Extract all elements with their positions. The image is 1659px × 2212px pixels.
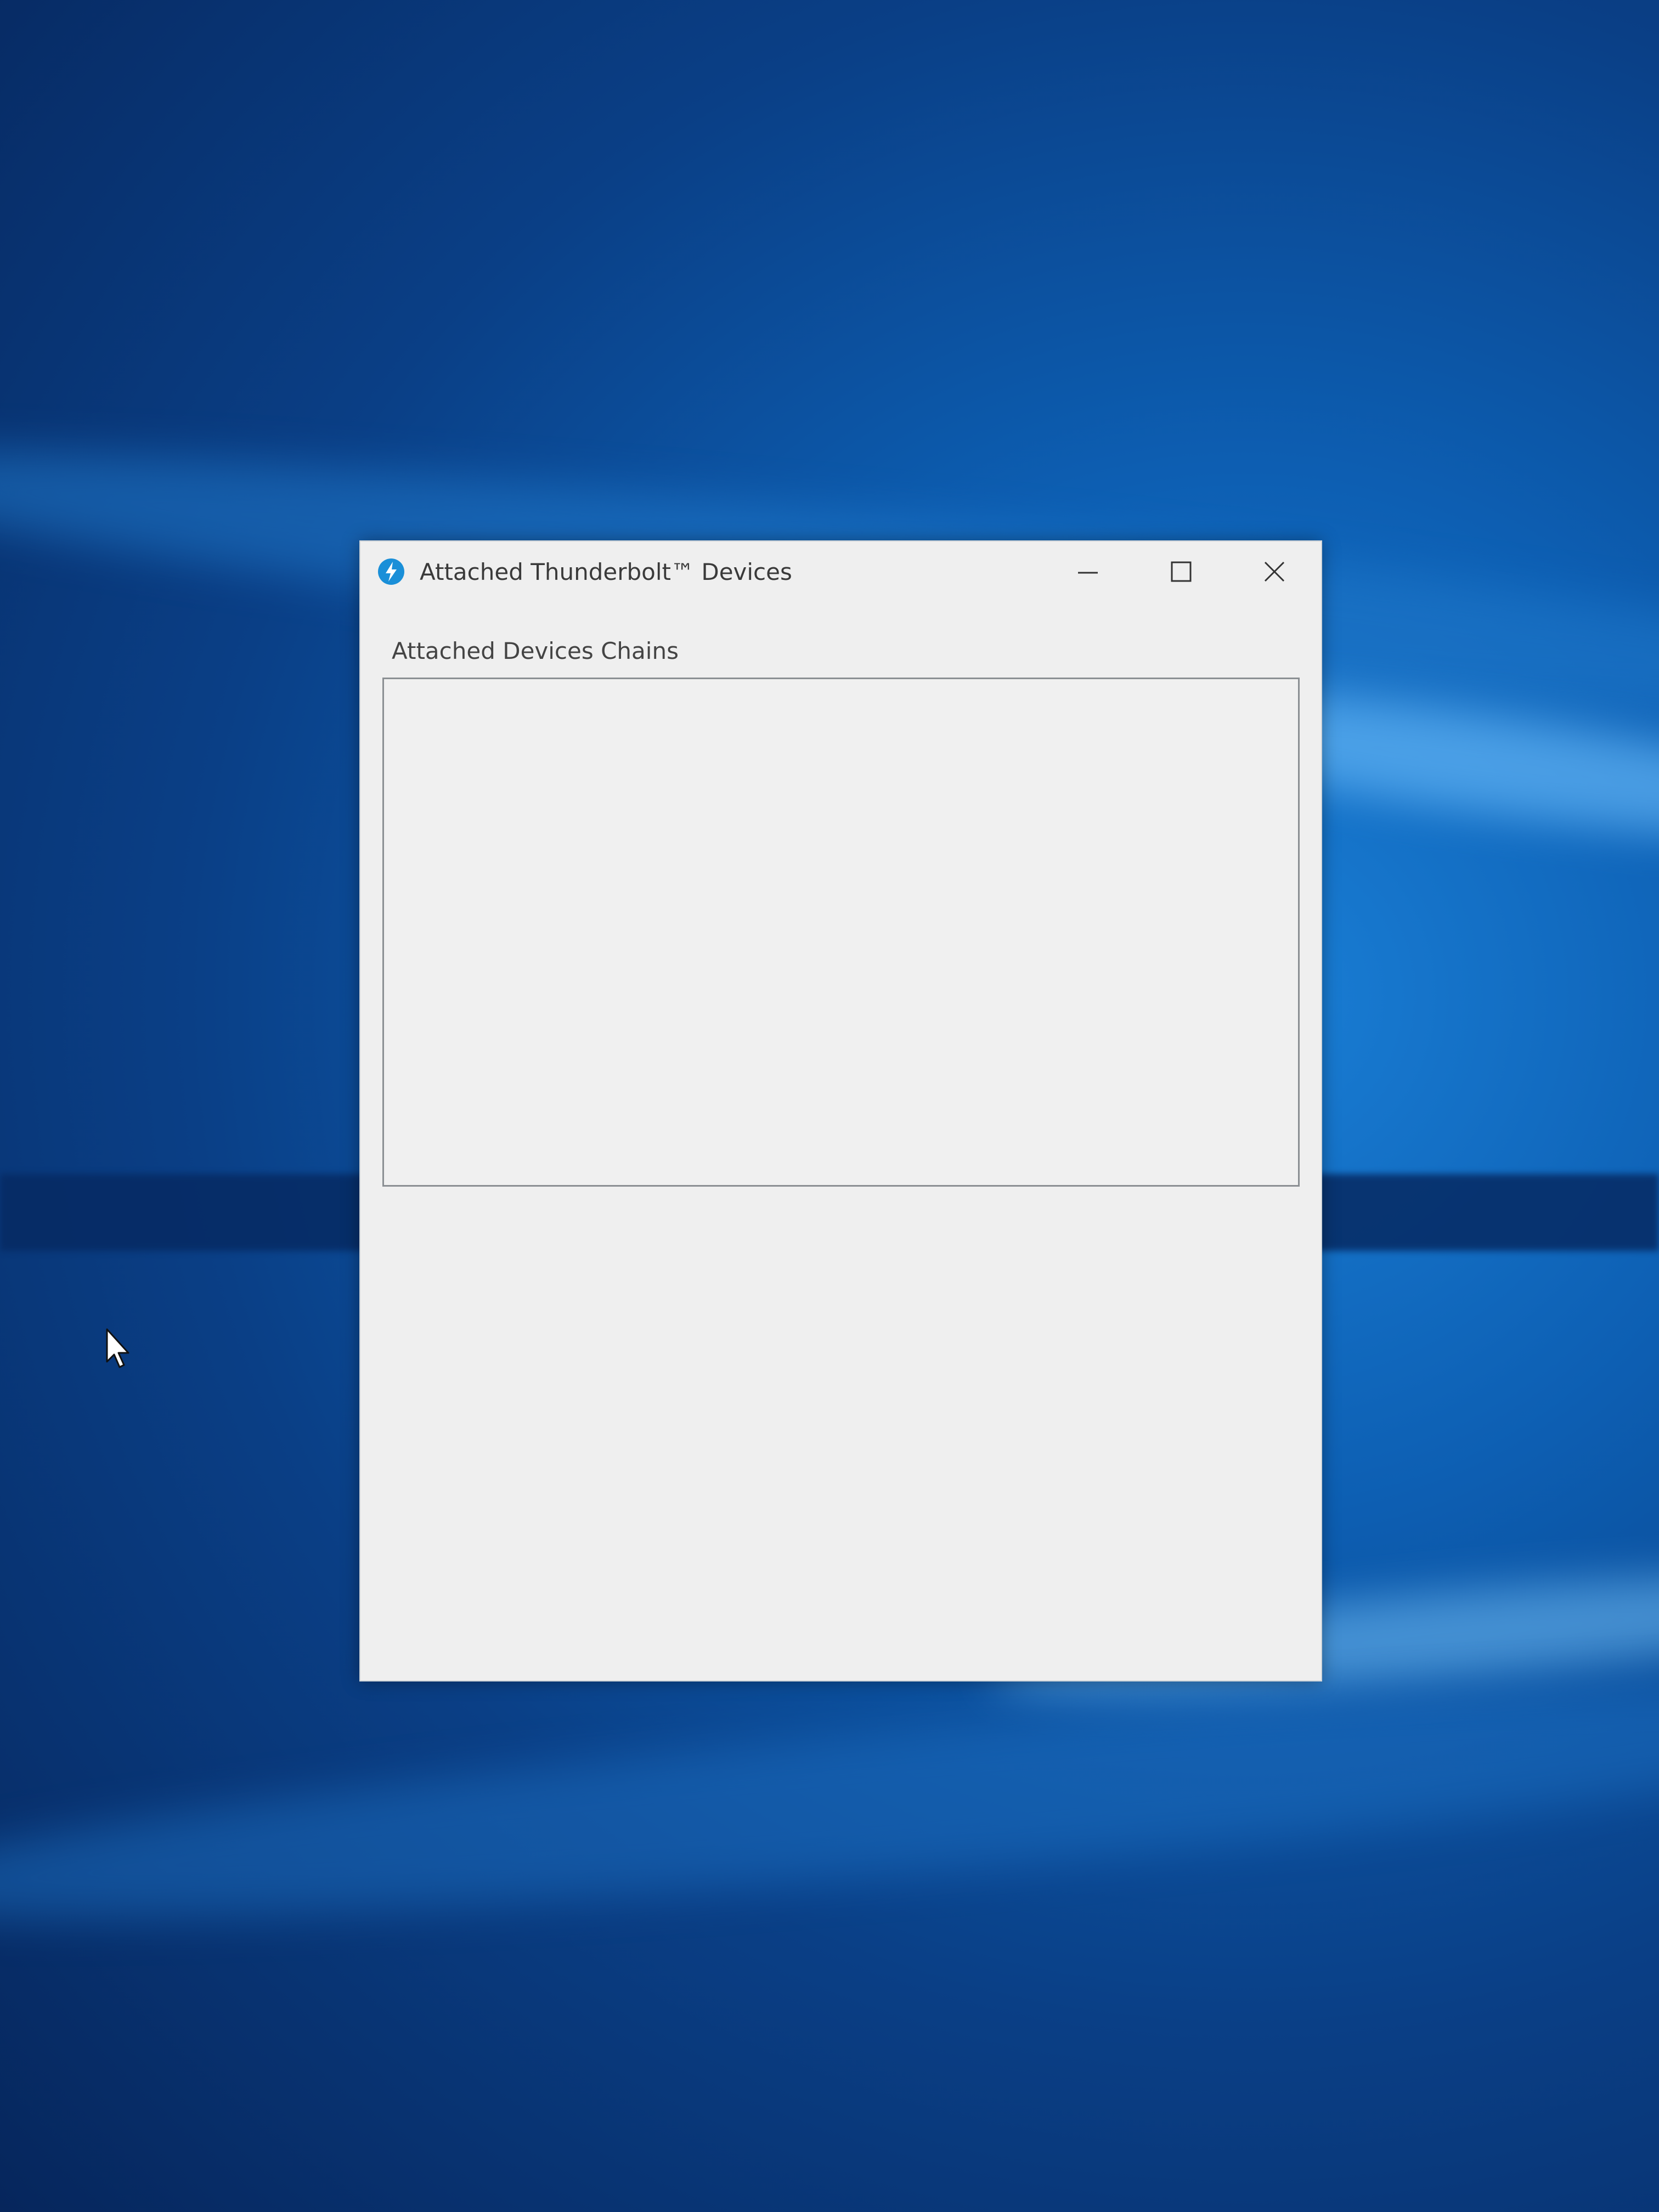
minimize-icon xyxy=(1078,572,1098,574)
minimize-button[interactable] xyxy=(1041,541,1135,602)
close-button[interactable] xyxy=(1228,541,1321,602)
maximize-button[interactable] xyxy=(1135,541,1228,602)
mouse-cursor-icon xyxy=(106,1328,129,1368)
maximize-icon xyxy=(1171,561,1192,582)
attached-devices-chains-label: Attached Devices Chains xyxy=(392,637,679,664)
thunderbolt-icon xyxy=(378,558,404,585)
wallpaper-light-beam xyxy=(0,1633,1659,1966)
window-controls xyxy=(1041,541,1321,602)
window-titlebar[interactable]: Attached Thunderbolt™ Devices xyxy=(360,541,1321,602)
window-title: Attached Thunderbolt™ Devices xyxy=(420,558,792,585)
desktop-background: Attached Thunderbolt™ Devices Attached D… xyxy=(0,0,1659,2212)
thunderbolt-devices-window[interactable]: Attached Thunderbolt™ Devices Attached D… xyxy=(359,540,1322,1681)
close-icon xyxy=(1264,561,1285,582)
device-chains-list[interactable] xyxy=(382,678,1300,1187)
